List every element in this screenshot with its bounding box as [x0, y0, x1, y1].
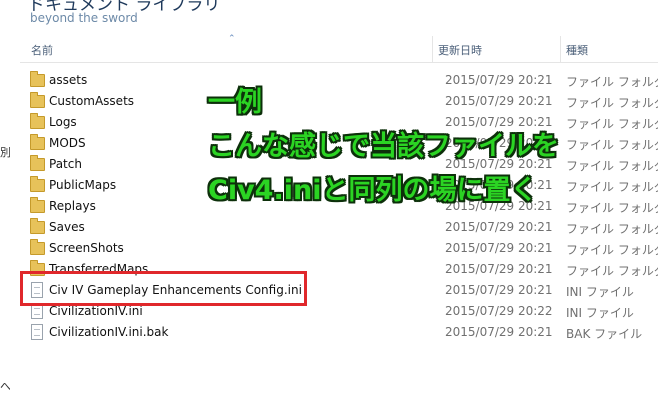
file-type: ファイル フォルダー: [566, 159, 658, 173]
folder-icon: [30, 239, 45, 255]
file-name: CivilizationIV.ini: [49, 304, 143, 318]
folder-icon: [30, 113, 45, 129]
file-date: 2015/07/29 20:21: [445, 220, 553, 234]
file-type: ファイル フォルダー: [566, 180, 658, 194]
file-name: Patch: [49, 157, 82, 171]
file-name: Saves: [49, 220, 85, 234]
list-item[interactable]: assets 2015/07/29 20:21 ファイル フォルダー: [20, 70, 658, 91]
file-name: PublicMaps: [49, 178, 117, 192]
file-type: ファイル フォルダー: [566, 117, 658, 131]
nav-pane-fragment: 別: [0, 146, 10, 159]
annotation-line-3: Civ4.iniと同列の場に置く: [208, 175, 538, 206]
highlight-box: [20, 271, 307, 306]
file-type: ファイル フォルダー: [566, 75, 658, 89]
folder-subtitle: beyond the sword: [30, 11, 138, 25]
file-type: ファイル フォルダー: [566, 243, 658, 257]
folder-icon: [30, 71, 45, 87]
file-name: Replays: [49, 199, 96, 213]
list-item[interactable]: ScreenShots 2015/07/29 20:21 ファイル フォルダー: [20, 238, 658, 259]
file-date: 2015/07/29 20:21: [445, 262, 553, 276]
annotation-line-1: 一例: [208, 87, 262, 118]
file-date: 2015/07/29 20:21: [445, 94, 553, 108]
folder-icon: [30, 218, 45, 234]
column-header-name[interactable]: 名前: [31, 42, 53, 58]
column-divider[interactable]: [560, 36, 561, 62]
column-header-type[interactable]: 種類: [566, 42, 588, 58]
folder-icon: [30, 134, 45, 150]
file-date: 2015/07/29 20:21: [445, 73, 553, 87]
column-header-row: 名前 ⌃ 更新日時 種類: [20, 34, 658, 63]
file-type: ファイル フォルダー: [566, 222, 658, 236]
folder-icon: [30, 155, 45, 171]
file-type: INI ファイル: [566, 306, 634, 320]
file-type: ファイル フォルダー: [566, 201, 658, 215]
list-item[interactable]: CustomAssets 2015/07/29 20:21 ファイル フォルダー: [20, 91, 658, 112]
file-date: 2015/07/29 20:22: [445, 304, 553, 318]
file-name: Logs: [49, 115, 77, 129]
column-divider[interactable]: [432, 36, 433, 62]
file-date: 2015/07/29 20:21: [445, 283, 553, 297]
folder-icon: [30, 92, 45, 108]
folder-icon: [30, 197, 45, 213]
bak-file-icon: [31, 324, 43, 340]
list-item[interactable]: CivilizationIV.ini.bak 2015/07/29 20:21 …: [20, 322, 658, 343]
list-item[interactable]: Saves 2015/07/29 20:21 ファイル フォルダー: [20, 217, 658, 238]
file-type: INI ファイル: [566, 285, 634, 299]
file-date: 2015/07/29 20:21: [445, 325, 553, 339]
file-name: MODS: [49, 136, 86, 150]
column-header-date[interactable]: 更新日時: [438, 42, 482, 58]
navigation-pane: 別 へ: [0, 36, 10, 393]
annotation-line-2: こんな感じで当該ファイルを: [208, 131, 559, 162]
sort-up-icon: ⌃: [228, 34, 236, 44]
file-name: CustomAssets: [49, 94, 135, 108]
file-type: ファイル フォルダー: [566, 96, 658, 110]
file-type: ファイル フォルダー: [566, 264, 658, 278]
file-name: assets: [49, 73, 88, 87]
file-name: CivilizationIV.ini.bak: [49, 325, 169, 339]
file-type: ファイル フォルダー: [566, 138, 658, 152]
file-type: BAK ファイル: [566, 327, 643, 341]
file-name: ScreenShots: [49, 241, 124, 255]
window-header: ドキュメント ライブラリ beyond the sword: [0, 0, 658, 36]
folder-icon: [30, 176, 45, 192]
file-date: 2015/07/29 20:21: [445, 241, 553, 255]
